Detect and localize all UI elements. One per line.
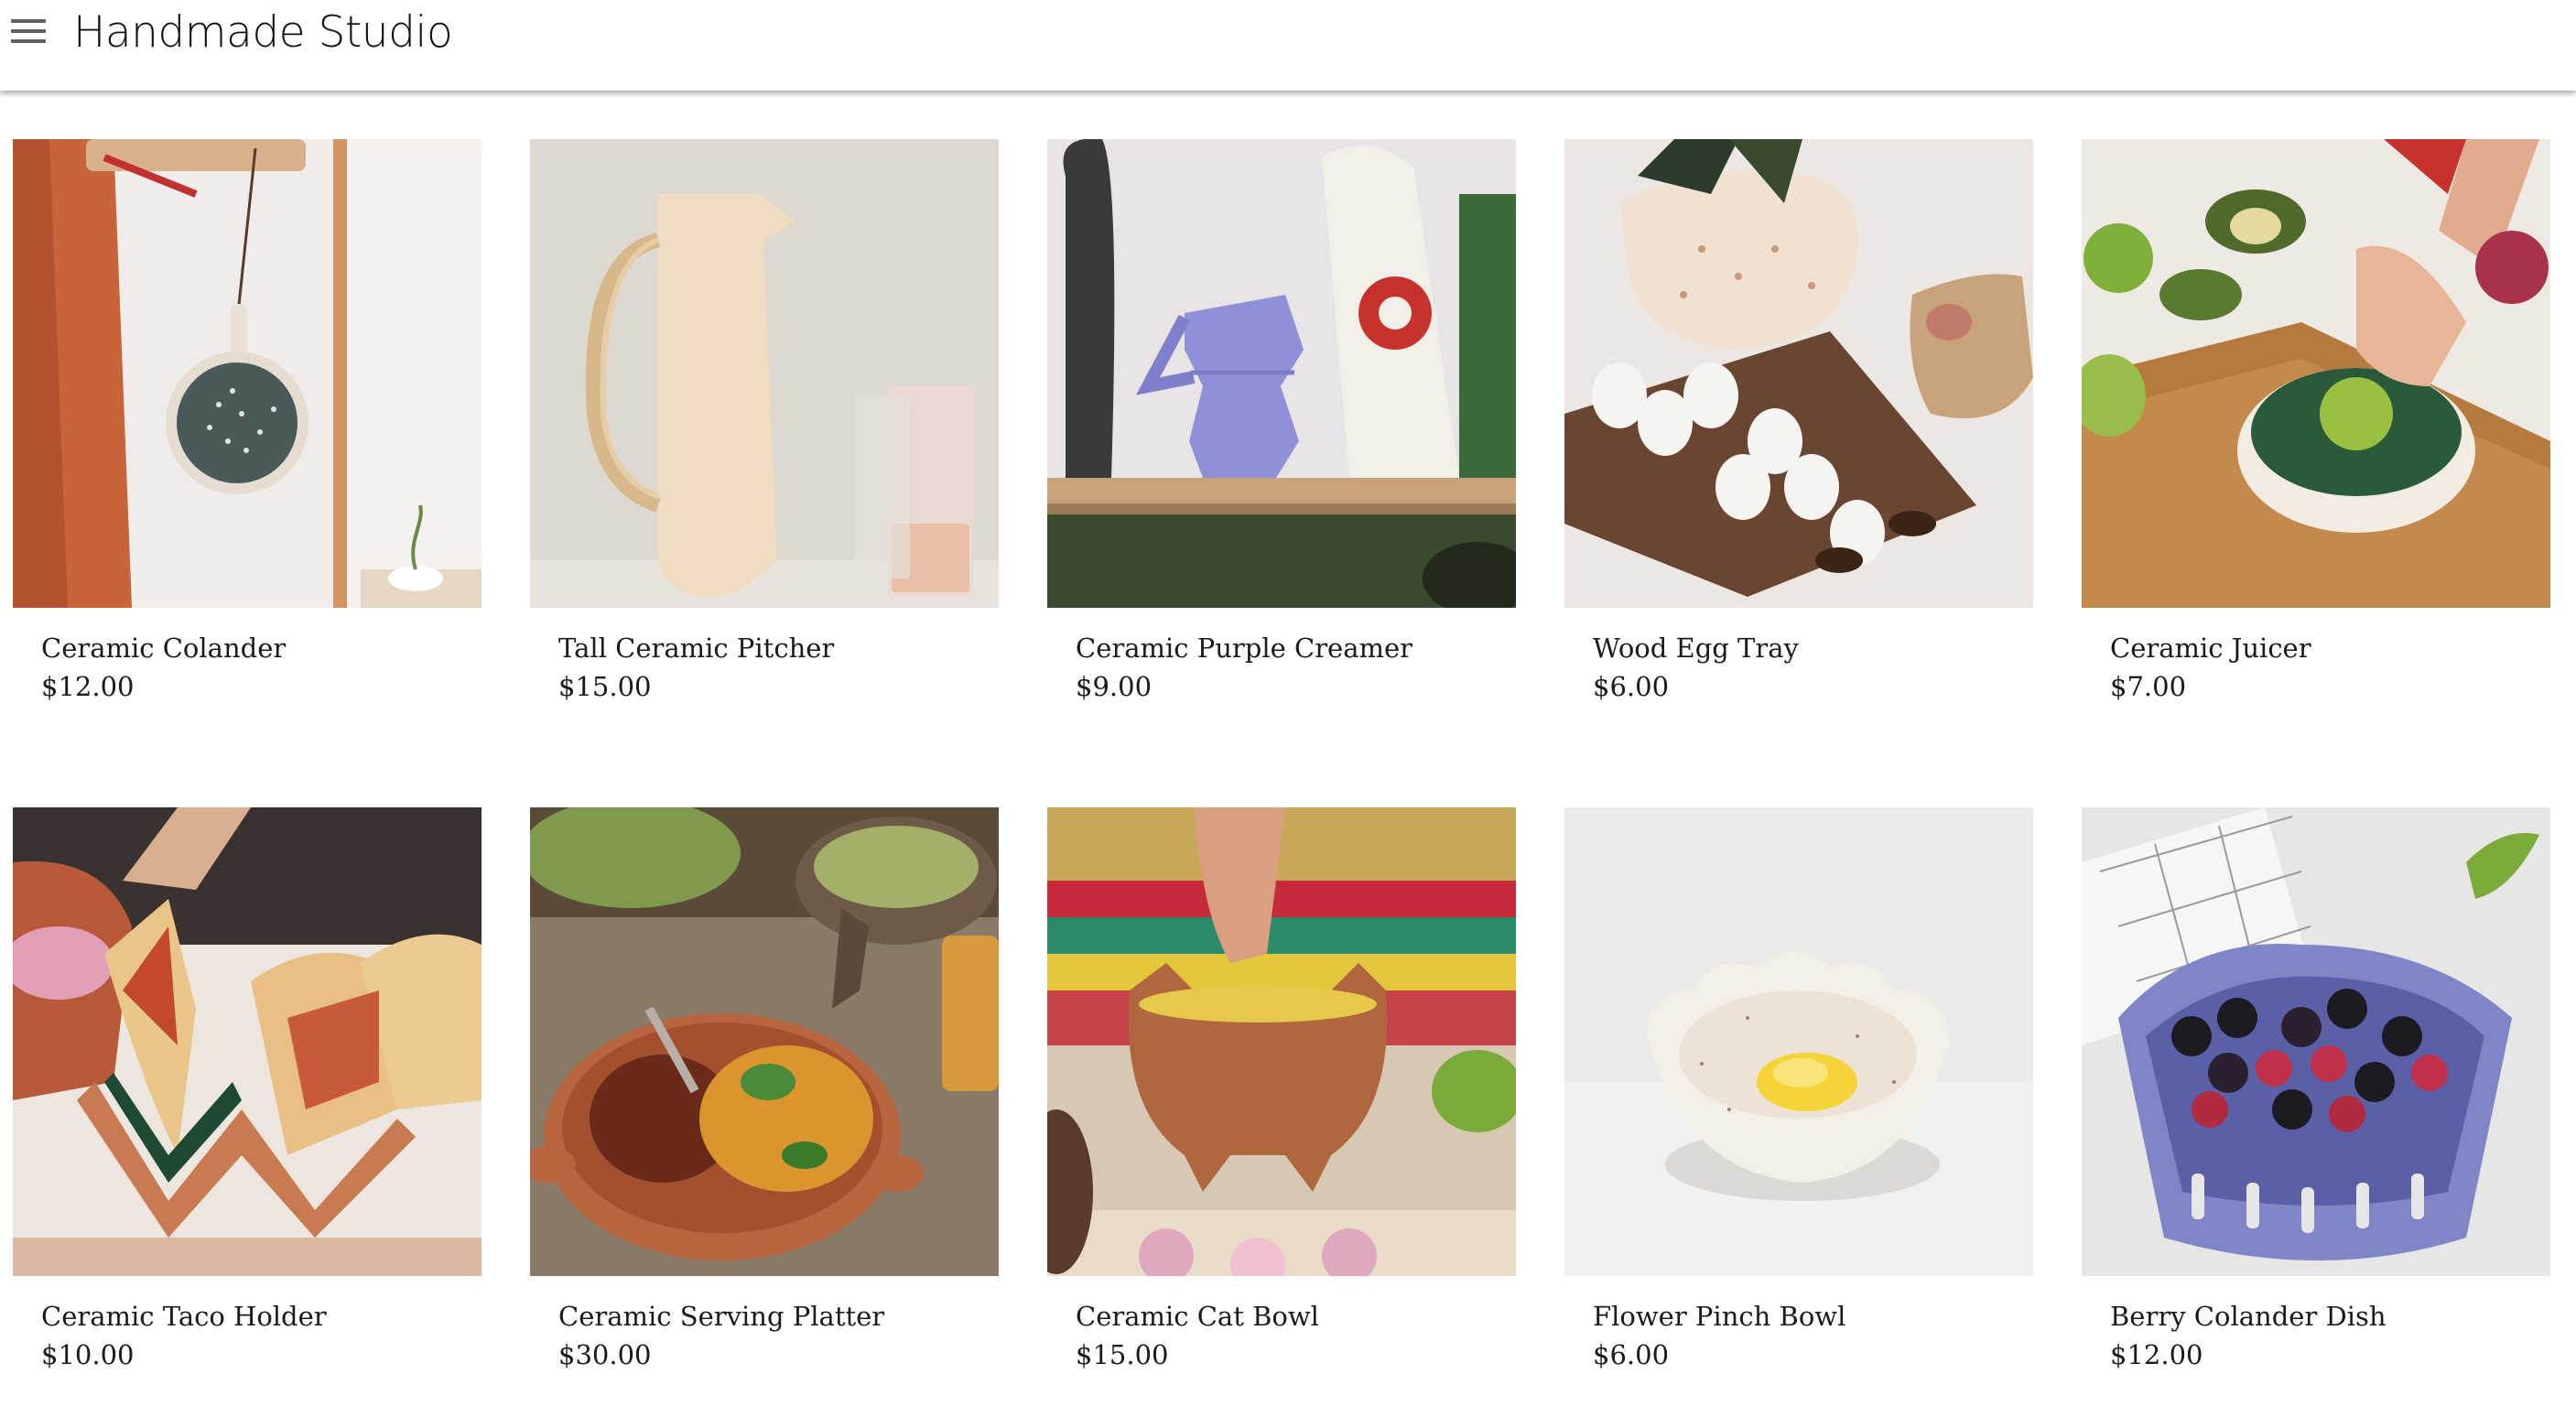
product-name[interactable]: Berry Colander Dish	[2110, 1300, 2387, 1333]
ceramic-serving-platter-photo	[530, 807, 999, 1276]
flower-pinch-bowl-photo	[1564, 807, 2033, 1276]
product-card[interactable]: Ceramic Taco Holder $10.00	[13, 807, 482, 1370]
product-price: $15.00	[558, 671, 652, 702]
product-name[interactable]: Tall Ceramic Pitcher	[558, 632, 834, 665]
product-name[interactable]: Ceramic Juicer	[2110, 632, 2311, 665]
wood-egg-tray-photo	[1564, 139, 2033, 608]
product-card[interactable]: Ceramic Purple Creamer $9.00	[1047, 139, 1516, 702]
product-image[interactable]	[13, 807, 482, 1276]
hamburger-menu-icon[interactable]	[11, 13, 48, 49]
product-image[interactable]	[1047, 139, 1516, 608]
product-image[interactable]	[530, 807, 999, 1276]
product-card[interactable]: Ceramic Cat Bowl $15.00	[1047, 807, 1516, 1370]
product-card[interactable]: Flower Pinch Bowl $6.00	[1564, 807, 2033, 1370]
app-title: Handmade Studio	[73, 7, 453, 58]
product-image[interactable]	[530, 139, 999, 608]
product-image[interactable]	[1047, 807, 1516, 1276]
product-name[interactable]: Flower Pinch Bowl	[1593, 1300, 1845, 1333]
product-card[interactable]: Ceramic Juicer $7.00	[2082, 139, 2550, 702]
product-price: $30.00	[558, 1339, 652, 1370]
product-card[interactable]: Ceramic Colander $12.00	[13, 139, 482, 702]
ceramic-juicer-photo	[2082, 139, 2550, 608]
top-app-bar: Handmade Studio	[0, 0, 2576, 91]
berry-colander-dish-photo	[2082, 807, 2550, 1276]
product-price: $6.00	[1593, 671, 1670, 702]
product-price: $12.00	[2110, 1339, 2203, 1370]
product-grid: Ceramic Colander $12.00 Tall Ceramic Pit…	[13, 139, 2563, 1370]
product-name[interactable]: Ceramic Taco Holder	[41, 1300, 327, 1333]
product-card[interactable]: Ceramic Serving Platter $30.00	[530, 807, 999, 1370]
product-price: $10.00	[41, 1339, 135, 1370]
product-name[interactable]: Ceramic Colander	[41, 632, 286, 665]
product-price: $6.00	[1593, 1339, 1670, 1370]
ceramic-cat-bowl-photo	[1047, 807, 1516, 1276]
ceramic-colander-photo	[13, 139, 482, 608]
product-image[interactable]	[13, 139, 482, 608]
product-card[interactable]: Wood Egg Tray $6.00	[1564, 139, 2033, 702]
product-image[interactable]	[2082, 807, 2550, 1276]
product-image[interactable]	[2082, 139, 2550, 608]
product-name[interactable]: Ceramic Serving Platter	[558, 1300, 884, 1333]
tall-ceramic-pitcher-photo	[530, 139, 999, 608]
ceramic-taco-holder-photo	[13, 807, 482, 1276]
product-name[interactable]: Ceramic Purple Creamer	[1076, 632, 1412, 665]
product-card[interactable]: Tall Ceramic Pitcher $15.00	[530, 139, 999, 702]
product-image[interactable]	[1564, 807, 2033, 1276]
product-card[interactable]: Berry Colander Dish $12.00	[2082, 807, 2550, 1370]
product-name[interactable]: Wood Egg Tray	[1593, 632, 1799, 665]
product-price: $15.00	[1076, 1339, 1169, 1370]
product-price: $9.00	[1076, 671, 1153, 702]
product-name[interactable]: Ceramic Cat Bowl	[1076, 1300, 1319, 1333]
product-price: $12.00	[41, 671, 135, 702]
product-price: $7.00	[2110, 671, 2187, 702]
ceramic-purple-creamer-photo	[1047, 139, 1516, 608]
product-image[interactable]	[1564, 139, 2033, 608]
